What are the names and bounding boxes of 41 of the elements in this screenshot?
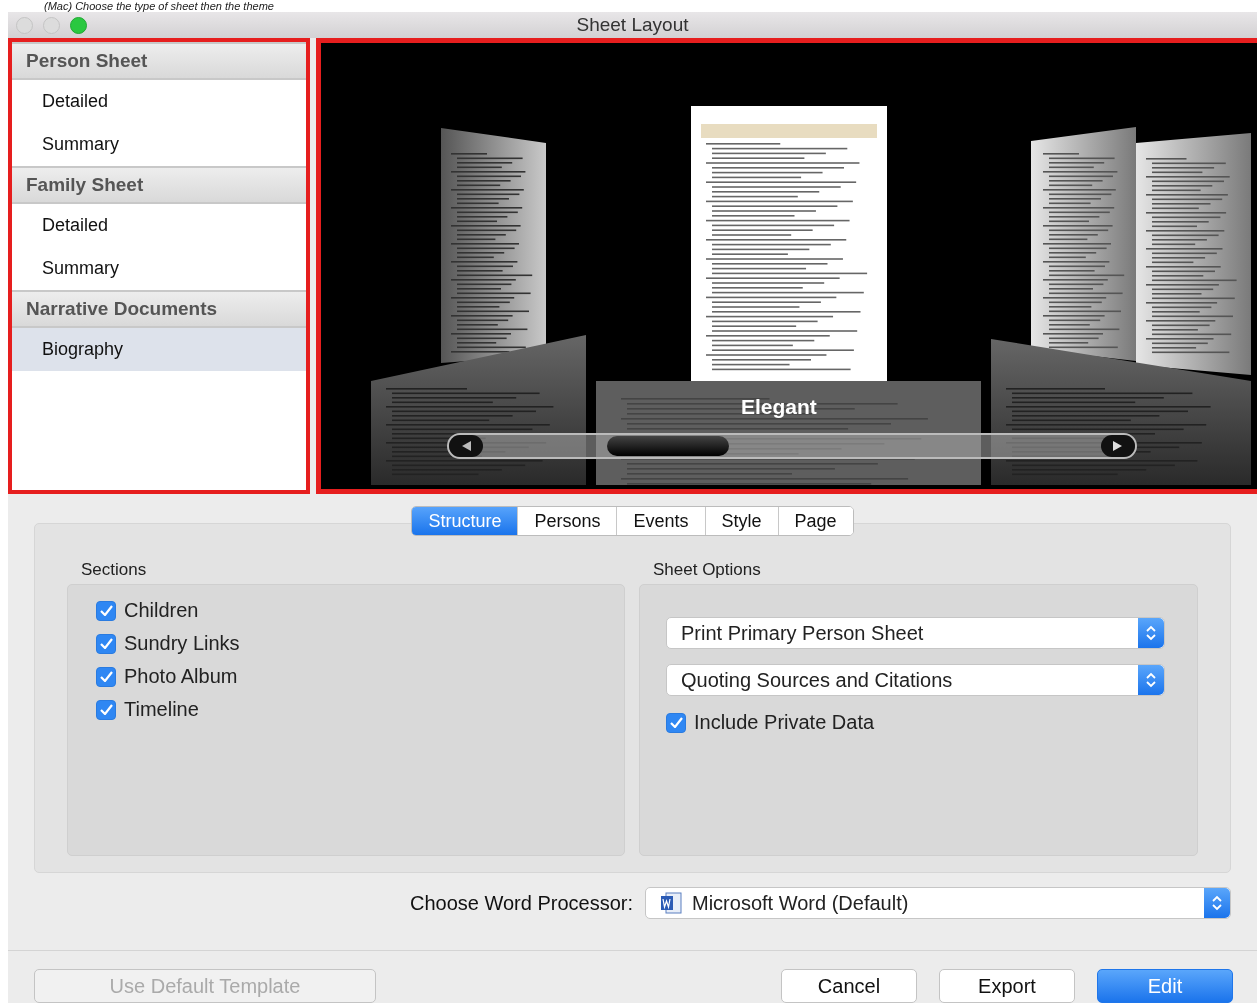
checkbox[interactable] — [666, 712, 686, 733]
stepper-icon — [1138, 618, 1164, 648]
checkmark-icon — [669, 717, 683, 728]
group-header: Family Sheet — [12, 166, 306, 204]
checkmark-icon — [99, 605, 113, 616]
checkmark-icon — [99, 638, 113, 649]
document-icon — [660, 892, 682, 914]
group-header: Person Sheet — [12, 42, 306, 80]
carousel-scrollbar[interactable] — [447, 433, 1137, 459]
section-title: Sections — [80, 560, 148, 580]
dropdown[interactable]: Quoting Sources and Citations — [666, 664, 1165, 696]
sidebar-item[interactable]: Biography — [12, 328, 306, 371]
field-label: Choose Word Processor: — [409, 891, 633, 915]
group-header: Narrative Documents — [12, 290, 306, 328]
dropdown[interactable]: Print Primary Person Sheet — [666, 617, 1165, 649]
stepper-icon — [1204, 888, 1230, 918]
checkbox-label: Include Private Data — [694, 711, 875, 734]
left-arrow-icon[interactable] — [449, 435, 483, 457]
caption-text: (Mac) Choose the type of sheet then the theme — [43, 0, 275, 12]
checkbox-label: Sundry Links — [124, 632, 240, 655]
checkbox[interactable] — [96, 666, 116, 687]
checkbox[interactable] — [96, 600, 116, 621]
dialog-button[interactable]: Export — [939, 969, 1075, 1003]
checkbox-label: Photo Album — [124, 665, 238, 688]
window-title: Sheet Layout — [576, 14, 689, 36]
word-processor-dropdown[interactable]: Microsoft Word (Default) — [645, 887, 1231, 919]
checkmark-icon — [99, 704, 113, 715]
tab[interactable]: Page — [777, 507, 853, 535]
checkmark-icon — [99, 671, 113, 682]
dropdown-value: Microsoft Word (Default) — [692, 891, 909, 915]
stepper-icon — [1138, 665, 1164, 695]
checkbox[interactable] — [96, 633, 116, 654]
checkbox[interactable] — [96, 699, 116, 720]
dialog-button[interactable]: Cancel — [781, 969, 917, 1003]
checkbox-label: Timeline — [124, 698, 199, 721]
scroll-thumb[interactable] — [607, 436, 729, 456]
right-arrow-icon[interactable] — [1101, 435, 1135, 457]
section-title: Sheet Options — [652, 560, 762, 580]
checkbox-label: Children — [124, 599, 199, 622]
zoom-button[interactable] — [70, 16, 87, 34]
theme-name: Elegant — [741, 395, 817, 419]
